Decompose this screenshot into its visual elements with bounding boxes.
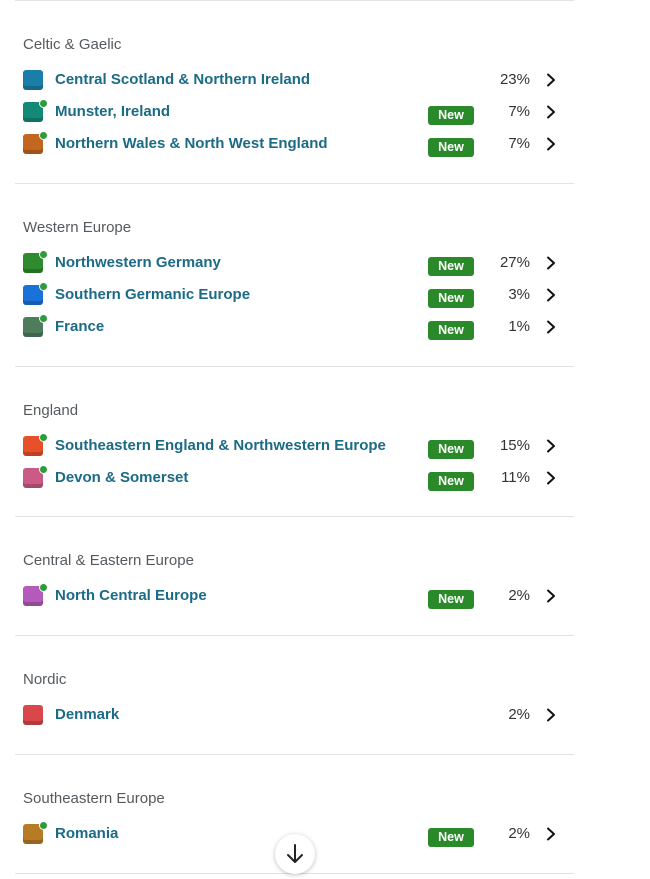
new-badge: New xyxy=(428,106,474,125)
region-color-swatch xyxy=(23,70,43,90)
region-name-link[interactable]: France xyxy=(55,318,104,335)
region-row-devon-and-somerset[interactable]: Devon & Somerset New 11% xyxy=(15,462,574,494)
chevron-right-icon[interactable] xyxy=(544,137,558,151)
new-indicator-dot xyxy=(39,282,48,291)
section-divider xyxy=(15,754,574,755)
region-row-north-central-europe[interactable]: North Central Europe New 2% xyxy=(15,580,574,612)
region-name-link[interactable]: Southeastern England & Northwestern Euro… xyxy=(55,437,386,454)
region-name-link[interactable]: Denmark xyxy=(55,706,119,723)
region-percentage: 1% xyxy=(508,318,530,335)
section-divider xyxy=(15,635,574,636)
section-divider xyxy=(15,366,574,367)
arrow-down-icon xyxy=(287,844,303,863)
region-row-northwestern-germany[interactable]: Northwestern Germany New 27% xyxy=(15,247,574,279)
new-indicator-dot xyxy=(39,99,48,108)
section-divider xyxy=(15,183,574,184)
chevron-right-icon[interactable] xyxy=(544,73,558,87)
chevron-right-icon[interactable] xyxy=(544,320,558,334)
region-percentage: 27% xyxy=(499,254,530,271)
top-divider xyxy=(15,0,574,1)
region-percentage: 7% xyxy=(508,103,530,120)
region-percentage: 11% xyxy=(501,469,530,486)
section-title: Celtic & Gaelic xyxy=(23,36,122,53)
new-indicator-dot xyxy=(39,583,48,592)
new-badge: New xyxy=(428,472,474,491)
region-row-southern-germanic-europe[interactable]: Southern Germanic Europe New 3% xyxy=(15,279,574,311)
region-percentage: 15% xyxy=(499,437,530,454)
region-name-link[interactable]: Devon & Somerset xyxy=(55,469,188,486)
region-row-central-scotland-and-northern-ireland[interactable]: Central Scotland & Northern Ireland 23% xyxy=(15,64,574,96)
region-name-link[interactable]: Southern Germanic Europe xyxy=(55,286,250,303)
new-indicator-dot xyxy=(39,314,48,323)
new-badge: New xyxy=(428,440,474,459)
section-title: England xyxy=(23,402,79,419)
region-name-link[interactable]: Northwestern Germany xyxy=(55,254,221,271)
region-name-link[interactable]: Northern Wales & North West England xyxy=(55,135,328,152)
region-color-swatch xyxy=(23,705,43,725)
region-percentage: 7% xyxy=(508,135,530,152)
chevron-right-icon[interactable] xyxy=(544,589,558,603)
new-badge: New xyxy=(428,138,474,157)
region-percentage: 2% xyxy=(508,706,530,723)
region-percentage: 2% xyxy=(508,825,530,842)
new-badge: New xyxy=(428,321,474,340)
section-title: Central & Eastern Europe xyxy=(23,552,194,569)
chevron-right-icon[interactable] xyxy=(544,288,558,302)
region-name-link[interactable]: Munster, Ireland xyxy=(55,103,170,120)
new-indicator-dot xyxy=(39,821,48,830)
region-name-link[interactable]: Romania xyxy=(55,825,118,842)
new-badge: New xyxy=(428,590,474,609)
scroll-down-button[interactable] xyxy=(275,834,315,874)
chevron-right-icon[interactable] xyxy=(544,827,558,841)
section-title: Nordic xyxy=(23,671,67,688)
new-indicator-dot xyxy=(39,433,48,442)
new-badge: New xyxy=(428,828,474,847)
region-percentage: 3% xyxy=(508,286,530,303)
region-row-denmark[interactable]: Denmark 2% xyxy=(15,699,574,731)
region-percentage: 23% xyxy=(499,71,530,88)
region-row-northern-wales-and-north-west-england[interactable]: Northern Wales & North West England New 7% xyxy=(15,128,574,160)
region-row-southeastern-england-and-northwestern-europe[interactable]: Southeastern England & Northwestern Euro… xyxy=(15,430,574,462)
region-row-munster-ireland[interactable]: Munster, Ireland New 7% xyxy=(15,96,574,128)
new-badge: New xyxy=(428,289,474,308)
section-title: Western Europe xyxy=(23,219,132,236)
region-percentage: 2% xyxy=(508,587,530,604)
chevron-right-icon[interactable] xyxy=(544,708,558,722)
new-indicator-dot xyxy=(39,131,48,140)
new-badge: New xyxy=(428,257,474,276)
section-divider xyxy=(15,516,574,517)
region-name-link[interactable]: Central Scotland & Northern Ireland xyxy=(55,71,310,88)
section-title: Southeastern Europe xyxy=(23,790,165,807)
chevron-right-icon[interactable] xyxy=(544,256,558,270)
region-name-link[interactable]: North Central Europe xyxy=(55,587,207,604)
new-indicator-dot xyxy=(39,465,48,474)
chevron-right-icon[interactable] xyxy=(544,471,558,485)
region-row-france[interactable]: France New 1% xyxy=(15,311,574,343)
new-indicator-dot xyxy=(39,250,48,259)
chevron-right-icon[interactable] xyxy=(544,105,558,119)
chevron-right-icon[interactable] xyxy=(544,439,558,453)
